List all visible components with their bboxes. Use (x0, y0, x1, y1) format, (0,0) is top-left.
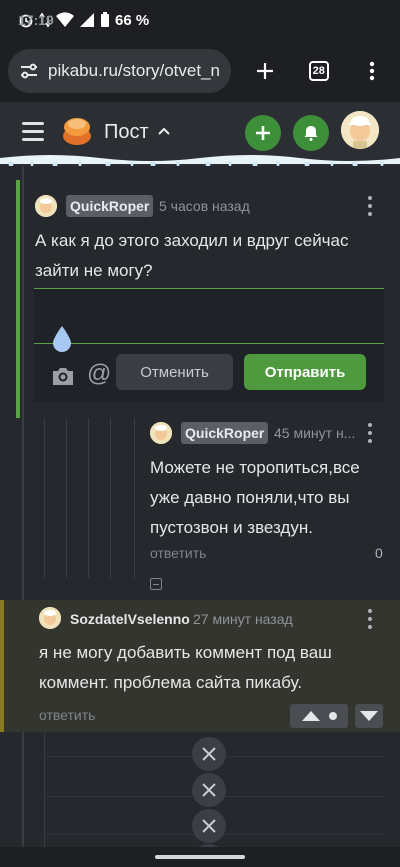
comment-username[interactable]: QuickRoper (66, 195, 154, 217)
comment-text: А как я до этого заходил и вдруг сейчас … (35, 231, 349, 280)
arrow-down-icon (360, 711, 378, 721)
comment-menu-icon[interactable] (366, 423, 374, 443)
plus-icon (257, 63, 274, 79)
battery-icon (101, 12, 109, 27)
vote-up-button[interactable] (290, 704, 348, 728)
add-post-button[interactable] (245, 115, 281, 151)
bell-icon (304, 126, 318, 141)
signal-icon (80, 13, 94, 27)
cursor-handle-icon[interactable] (51, 324, 73, 352)
vote-down-button[interactable] (355, 704, 383, 728)
more-vert-icon (370, 61, 375, 81)
browser-toolbar: pikabu.ru/story/otvet_n 28 (0, 40, 400, 102)
url-text: pikabu.ru/story/otvet_n (48, 61, 220, 80)
arrow-up-icon (302, 711, 320, 721)
page-title[interactable]: Пост (104, 121, 149, 144)
mention-icon[interactable]: @ (87, 360, 111, 388)
new-tab-button[interactable] (245, 51, 285, 91)
notifications-button[interactable] (293, 115, 329, 151)
thread-line[interactable] (66, 418, 67, 578)
thread-line[interactable] (88, 418, 89, 578)
send-button[interactable]: Отправить (244, 354, 366, 390)
user-avatar[interactable] (341, 111, 379, 149)
battery-percent: 66 % (115, 11, 150, 29)
chevron-up-icon[interactable] (157, 124, 171, 138)
status-bar: 17:19 66 % (0, 0, 400, 40)
site-settings-icon[interactable] (18, 60, 40, 82)
comment-text: Можете не торопиться,все уже давно понял… (150, 458, 360, 537)
reply-form: @ Отменить Отправить (34, 288, 384, 402)
rating-dot-icon (329, 712, 337, 720)
comment-rating: 0 (375, 545, 383, 561)
status-time: 17:19 (18, 12, 54, 28)
close-button[interactable] (192, 773, 226, 807)
close-button[interactable] (192, 809, 226, 843)
comment-time[interactable]: 27 минут назад (193, 611, 293, 627)
reply-textarea[interactable] (34, 288, 384, 344)
avatar-image-icon (35, 195, 57, 217)
plus-icon (256, 126, 270, 140)
thread-line[interactable] (22, 166, 24, 867)
comment-time[interactable]: 5 часов назад (159, 198, 250, 214)
active-comment-bar (16, 180, 20, 418)
comment-avatar[interactable] (150, 422, 172, 444)
thread-line[interactable] (44, 418, 45, 578)
wifi-icon (56, 12, 74, 27)
close-button[interactable] (192, 737, 226, 771)
reply-link[interactable]: ответить (39, 707, 95, 723)
camera-icon[interactable] (51, 365, 75, 387)
system-nav-bar (0, 847, 400, 867)
comment-username[interactable]: SozdatelVselenno (70, 611, 190, 627)
avatar-image-icon (341, 111, 379, 149)
comments-area: QuickRoper 5 часов назад А как я до этог… (0, 166, 400, 867)
cancel-button[interactable]: Отменить (116, 354, 233, 390)
reply-link[interactable]: ответить (150, 545, 206, 561)
tabs-count: 28 (308, 61, 329, 81)
comment-username[interactable]: QuickRoper (181, 422, 269, 444)
close-icon (202, 783, 216, 797)
avatar-image-icon (150, 422, 172, 444)
close-icon (202, 819, 216, 833)
comment-menu-icon[interactable] (366, 196, 374, 216)
close-icon (202, 747, 216, 761)
address-bar[interactable]: pikabu.ru/story/otvet_n (8, 49, 232, 93)
home-gesture-handle[interactable] (155, 855, 245, 859)
thread-line[interactable] (110, 418, 111, 578)
avatar-image-icon (39, 607, 61, 629)
browser-menu-button[interactable] (353, 51, 393, 91)
comment-avatar[interactable] (35, 195, 57, 217)
collapse-thread-icon[interactable] (150, 578, 162, 590)
tabs-button[interactable]: 28 (299, 51, 339, 91)
hamburger-menu-icon[interactable] (22, 122, 44, 142)
thread-line[interactable] (134, 418, 135, 578)
comment-text: я не могу добавить коммент под ваш комме… (39, 643, 332, 692)
comment-avatar[interactable] (39, 607, 61, 629)
pikabu-logo-icon[interactable] (60, 114, 94, 148)
comment-menu-icon[interactable] (366, 609, 374, 629)
comment-time[interactable]: 45 минут н... (274, 425, 355, 441)
